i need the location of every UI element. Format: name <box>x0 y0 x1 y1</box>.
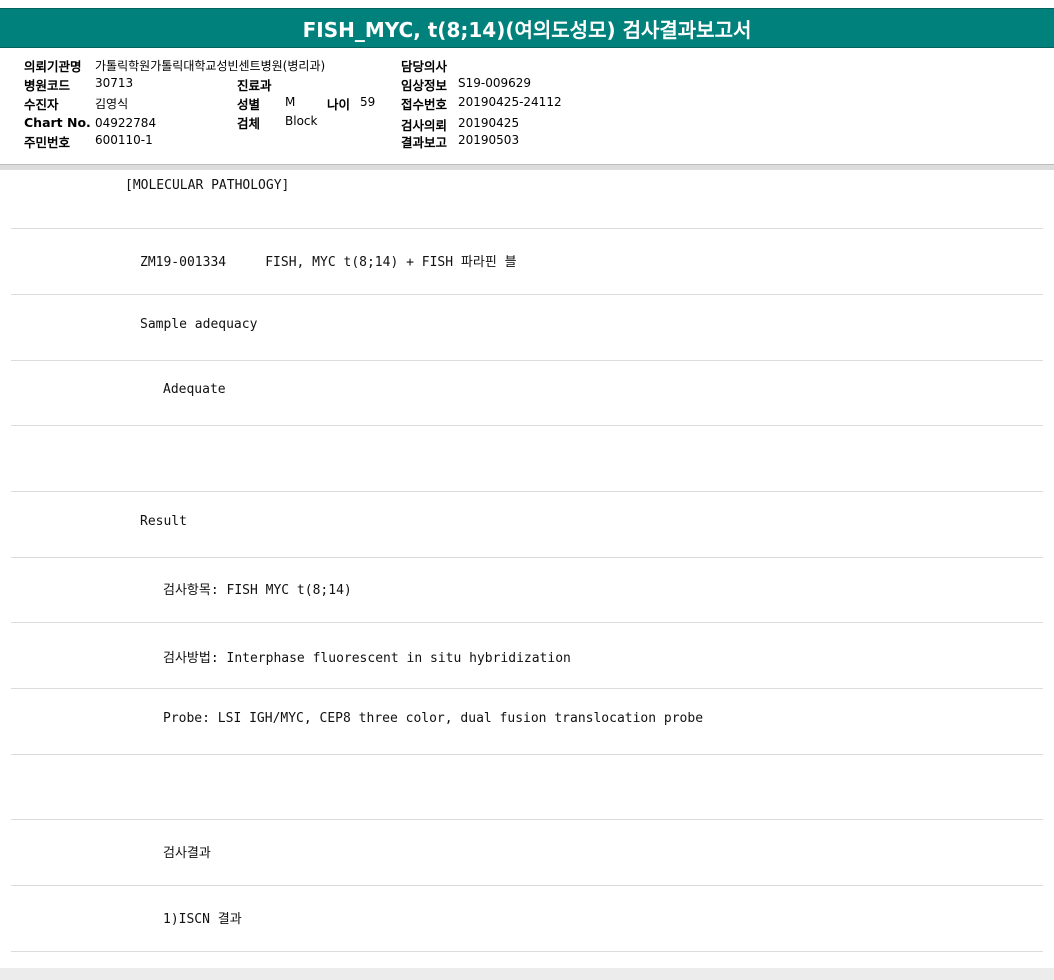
report-line <box>11 426 1043 492</box>
age-value: 59 <box>360 95 376 109</box>
report-line: 검사항목: FISH MYC t(8;14) <box>11 557 1043 623</box>
specimen-value: Block <box>285 114 318 128</box>
test-method-line: 검사방법: Interphase fluorescent in situ hyb… <box>163 651 571 666</box>
sex-label: 성별 <box>237 97 261 112</box>
result-heading: Result <box>140 514 187 529</box>
patient-label: 수진자 <box>24 97 59 112</box>
request-value: 20190425 <box>458 116 520 130</box>
sample-adequacy-heading: Sample adequacy <box>140 317 258 332</box>
resident-no-value: 600110-1 <box>95 133 153 147</box>
sample-adequacy-value: Adequate <box>163 382 226 397</box>
report-line: Sample adequacy <box>11 295 1043 361</box>
hospital-code-value: 30713 <box>95 76 134 90</box>
iscn-result-line: 1)ISCN 결과 <box>163 912 242 927</box>
institution-label: 의뢰기관명 <box>24 59 82 74</box>
report-line: 검사방법: Interphase fluorescent in situ hyb… <box>11 623 1043 689</box>
report-date-value: 20190503 <box>458 133 520 147</box>
test-item-line: 검사항목: FISH MYC t(8;14) <box>163 583 352 598</box>
hospital-code-label: 병원코드 <box>24 78 71 93</box>
report-line: ZM19-001334 FISH, MYC t(8;14) + FISH 파라핀… <box>11 229 1043 295</box>
institution-value: 가톨릭학원가톨릭대학교성빈센트병원(병리과) <box>95 59 326 73</box>
test-code-line: ZM19-001334 FISH, MYC t(8;14) + FISH 파라핀… <box>140 255 517 270</box>
patient-value: 김영식 <box>95 97 129 111</box>
bottom-scroll-area <box>0 968 1054 980</box>
department-label: 진료과 <box>237 78 272 93</box>
sex-value: M <box>285 95 296 109</box>
report-line: Adequate <box>11 360 1043 426</box>
report-title: FISH_MYC, t(8;14)(여의도성모) 검사결과보고서 <box>302 17 752 42</box>
report-line: Result <box>11 492 1043 558</box>
clinical-info-value: S19-009629 <box>458 76 532 90</box>
patient-info-panel: 의뢰기관명 가톨릭학원가톨릭대학교성빈센트병원(병리과) 담당의사 병원코드 3… <box>0 48 1054 164</box>
report-line <box>11 754 1043 820</box>
report-title-bar: FISH_MYC, t(8;14)(여의도성모) 검사결과보고서 <box>0 8 1054 48</box>
chart-no-value: 04922784 <box>95 116 157 130</box>
report-date-label: 결과보고 <box>401 135 448 150</box>
report-body: [MOLECULAR PATHOLOGY] ZM19-001334 FISH, … <box>0 170 1054 968</box>
receipt-no-label: 접수번호 <box>401 97 448 112</box>
probe-line: Probe: LSI IGH/MYC, CEP8 three color, du… <box>163 711 704 726</box>
chart-no-label: Chart No. <box>24 115 91 130</box>
age-label: 나이 <box>327 97 351 112</box>
report-line: Probe: LSI IGH/MYC, CEP8 three color, du… <box>11 689 1043 755</box>
resident-no-label: 주민번호 <box>24 135 71 150</box>
doctor-label: 담당의사 <box>401 59 448 74</box>
test-result-heading: 검사결과 <box>163 846 211 861</box>
receipt-no-value: 20190425-24112 <box>458 95 562 109</box>
section-heading: [MOLECULAR PATHOLOGY] <box>125 178 290 193</box>
specimen-label: 검체 <box>237 116 261 131</box>
report-line: 검사결과 <box>11 820 1043 886</box>
report-line: 1)ISCN 결과 <box>11 886 1043 952</box>
report-line: [MOLECULAR PATHOLOGY] <box>11 163 1043 229</box>
clinical-info-label: 임상정보 <box>401 78 448 93</box>
